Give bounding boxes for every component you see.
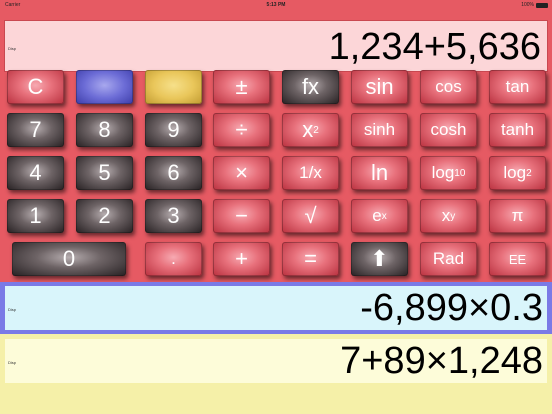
status-time: 5:13 PM <box>266 2 286 8</box>
cosh-label: cosh <box>430 120 467 139</box>
minus-label: − <box>235 203 248 228</box>
sinh-label: sinh <box>363 120 396 139</box>
plus-minus-button[interactable]: ± <box>213 70 270 104</box>
battery-percent: 100% <box>521 2 534 8</box>
ln-button[interactable]: ln <box>351 156 408 190</box>
fx-button[interactable]: fx <box>282 70 339 104</box>
power-base: x <box>441 206 451 225</box>
clear-button-label: C <box>27 74 44 99</box>
plus-minus-label: ± <box>235 74 248 99</box>
rad-button[interactable]: Rad <box>420 242 477 276</box>
main-display-tag: Disp <box>8 46 17 51</box>
tanh-label: tanh <box>500 120 535 139</box>
ee-button[interactable]: EE <box>489 242 546 276</box>
clear-button[interactable]: C <box>7 70 64 104</box>
pi-label: π <box>511 206 524 225</box>
memory-display-blue: Disp -6,899×0.3 <box>0 282 552 334</box>
digit-0-button[interactable]: 0 <box>12 242 126 276</box>
square-base: x <box>302 117 314 142</box>
digit-1-label: 1 <box>29 203 42 228</box>
digit-6-button[interactable]: 6 <box>145 156 202 190</box>
divide-label: ÷ <box>235 117 248 142</box>
tan-label: tan <box>505 77 530 96</box>
digit-7-label: 7 <box>29 117 42 142</box>
digit-2-label: 2 <box>98 203 111 228</box>
fx-label: fx <box>301 74 320 99</box>
digit-0-label: 0 <box>62 246 76 271</box>
log2-base: log <box>503 163 527 182</box>
tan-button[interactable]: tan <box>489 70 546 104</box>
ee-label: EE <box>508 251 527 267</box>
shift-button[interactable]: ⬆ <box>351 242 408 276</box>
memory-display-yellow: Disp 7+89×1,248 <box>0 334 552 414</box>
decimal-button[interactable]: . <box>145 242 202 276</box>
digit-4-button[interactable]: 4 <box>7 156 64 190</box>
memory-yellow-button[interactable] <box>145 70 202 104</box>
decimal-label: . <box>171 249 176 268</box>
power-exponent: y <box>450 210 456 222</box>
plus-button[interactable]: + <box>213 242 270 276</box>
battery-icon <box>536 2 548 8</box>
minus-button[interactable]: − <box>213 199 270 233</box>
equals-label: = <box>304 246 317 271</box>
log2-button[interactable]: log 2 <box>489 156 546 190</box>
memory-display-blue-tag: Disp <box>8 307 17 312</box>
digit-5-button[interactable]: 5 <box>76 156 133 190</box>
sin-button[interactable]: sin <box>351 70 408 104</box>
main-display: Disp 1,234+5,636 <box>4 20 548 72</box>
status-bar: Carrier 5:13 PM 100% <box>0 0 552 10</box>
plus-label: + <box>235 246 248 271</box>
digit-8-label: 8 <box>98 117 111 142</box>
pi-button[interactable]: π <box>489 199 546 233</box>
cos-label: cos <box>435 77 462 96</box>
memory-blue-button[interactable] <box>76 70 133 104</box>
log10-base: log <box>431 163 455 182</box>
rad-label: Rad <box>432 249 465 268</box>
main-display-value: 1,234+5,636 <box>328 26 541 68</box>
digit-2-button[interactable]: 2 <box>76 199 133 233</box>
multiply-button[interactable]: × <box>213 156 270 190</box>
square-exponent: 2 <box>313 124 319 136</box>
ln-label: ln <box>370 160 389 185</box>
memory-display-yellow-tag: Disp <box>8 360 17 365</box>
log2-subscript: 2 <box>526 167 532 179</box>
memory-display-yellow-value: 7+89×1,248 <box>340 340 543 382</box>
exp-button[interactable]: ex <box>351 199 408 233</box>
up-arrow-icon: ⬆ <box>370 246 389 271</box>
digit-9-button[interactable]: 9 <box>145 113 202 147</box>
digit-1-button[interactable]: 1 <box>7 199 64 233</box>
cos-button[interactable]: cos <box>420 70 477 104</box>
digit-3-label: 3 <box>167 203 180 228</box>
cosh-button[interactable]: cosh <box>420 113 477 147</box>
square-button[interactable]: x2 <box>282 113 339 147</box>
reciprocal-label: 1/x <box>299 163 322 182</box>
memory-display-yellow-panel[interactable]: Disp 7+89×1,248 <box>5 339 547 383</box>
equals-button[interactable]: = <box>282 242 339 276</box>
digit-3-button[interactable]: 3 <box>145 199 202 233</box>
sinh-button[interactable]: sinh <box>351 113 408 147</box>
memory-display-blue-panel[interactable]: Disp -6,899×0.3 <box>5 286 547 330</box>
divide-button[interactable]: ÷ <box>213 113 270 147</box>
sqrt-label: √ <box>304 203 317 228</box>
multiply-label: × <box>235 160 248 185</box>
reciprocal-button[interactable]: 1/x <box>282 156 339 190</box>
log10-button[interactable]: log 10 <box>420 156 477 190</box>
tanh-button[interactable]: tanh <box>489 113 546 147</box>
power-button[interactable]: xy <box>420 199 477 233</box>
digit-5-label: 5 <box>98 160 111 185</box>
memory-display-blue-value: -6,899×0.3 <box>360 287 543 329</box>
digit-6-label: 6 <box>167 160 180 185</box>
digit-9-label: 9 <box>167 117 180 142</box>
calculator-body: Disp 1,234+5,636 C ± fx sin cos tan 7 8 … <box>0 10 552 282</box>
sqrt-button[interactable]: √ <box>282 199 339 233</box>
digit-7-button[interactable]: 7 <box>7 113 64 147</box>
log10-subscript: 10 <box>454 167 466 179</box>
sin-label: sin <box>365 74 394 99</box>
battery-indicator: 100% <box>521 2 548 8</box>
exp-base: e <box>372 206 382 225</box>
exp-exponent: x <box>381 210 387 222</box>
digit-8-button[interactable]: 8 <box>76 113 133 147</box>
digit-4-label: 4 <box>29 160 42 185</box>
